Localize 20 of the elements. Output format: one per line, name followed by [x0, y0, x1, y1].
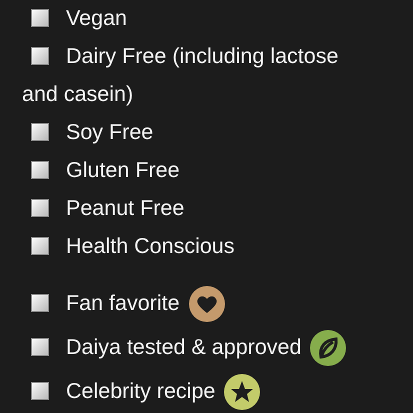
- option-label: and casein): [22, 81, 134, 108]
- checkbox[interactable]: [31, 9, 49, 27]
- checkbox[interactable]: [31, 338, 49, 356]
- checkbox[interactable]: [31, 237, 49, 255]
- option-label: Health Conscious: [66, 234, 235, 258]
- option-label: Daiya tested & approved: [66, 335, 302, 359]
- checkbox[interactable]: [31, 199, 49, 217]
- option-label: Gluten Free: [66, 158, 180, 182]
- checkbox[interactable]: [31, 294, 49, 312]
- option-label: Soy Free: [66, 120, 154, 144]
- option-label: Dairy Free (including lactose: [66, 44, 338, 68]
- checkbox[interactable]: [31, 123, 49, 141]
- checkbox[interactable]: [31, 382, 49, 400]
- checkbox[interactable]: [31, 161, 49, 179]
- option-label: Celebrity recipe: [66, 379, 216, 403]
- leaf-icon: [309, 329, 348, 368]
- option-label: Vegan: [66, 6, 127, 30]
- checkbox[interactable]: [31, 47, 49, 65]
- option-label: Peanut Free: [66, 196, 184, 220]
- option-label: Fan favorite: [66, 291, 180, 315]
